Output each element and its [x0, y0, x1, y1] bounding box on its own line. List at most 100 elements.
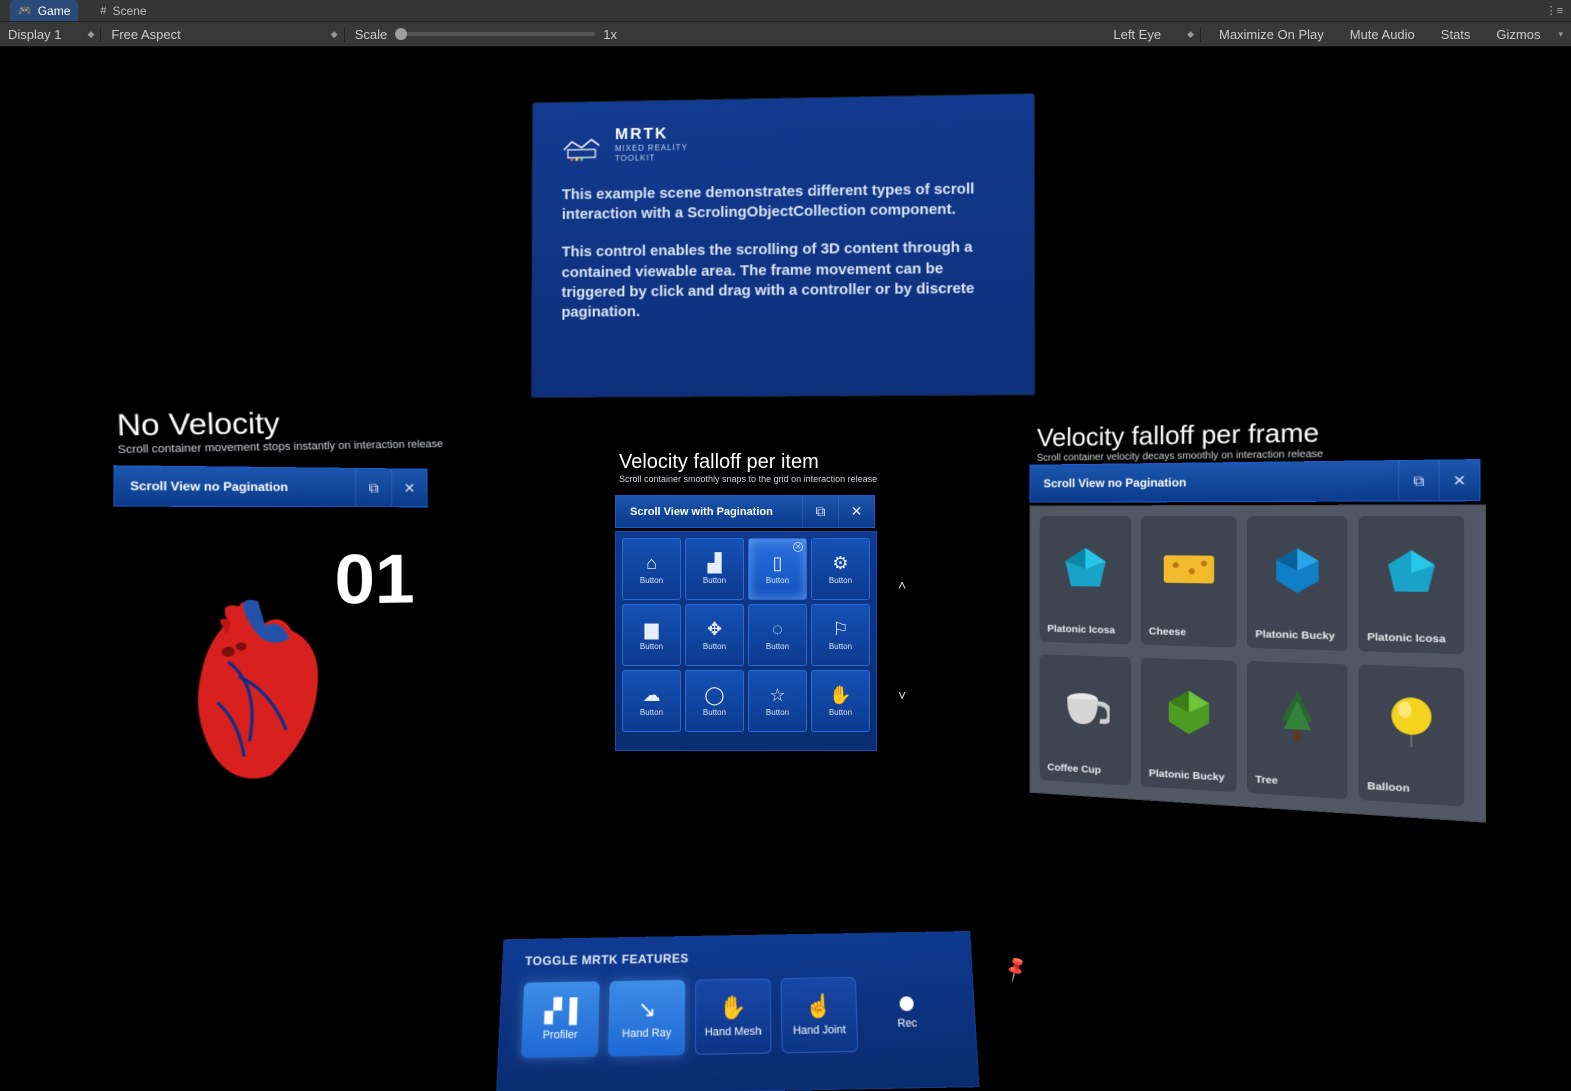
grid-button[interactable]: ◌Button [748, 604, 807, 666]
caret-icon: ◆ [1187, 29, 1194, 40]
editor-tabs: 🎮 Game # Scene ⋮≡ [0, 0, 1571, 22]
description-p2: This control enables the scrolling of 3D… [561, 238, 1003, 323]
grid-button[interactable]: ▟Button [685, 538, 744, 600]
tab-game[interactable]: 🎮 Game [10, 0, 78, 21]
tab-scene[interactable]: # Scene [92, 0, 154, 21]
model-card[interactable]: Platonic Icosa [1359, 516, 1465, 655]
grid-button[interactable]: ✥Button [685, 604, 744, 666]
model-card[interactable]: Cheese [1141, 516, 1237, 648]
tab-options-icon[interactable]: ⋮≡ [1546, 0, 1563, 21]
model-card[interactable]: Platonic Bucky [1247, 516, 1348, 651]
gizmos-caret-icon[interactable]: ▾ [1558, 29, 1563, 40]
tab-game-label: Game [38, 4, 71, 18]
card-label: Platonic Icosa [1359, 627, 1465, 655]
window-close-icon[interactable]: ✕ [391, 469, 427, 506]
circle-icon: ◯ [704, 685, 724, 706]
game-viewport[interactable]: MRTK MIXED REALITY TOOLKIT This example … [0, 47, 1571, 1091]
caret-icon: ◆ [331, 29, 338, 40]
pin-icon[interactable]: 📌 [1001, 955, 1031, 984]
scale-control: Scale 1x [355, 27, 617, 42]
scene-tab-icon: # [100, 5, 106, 17]
game-toolbar: Display 1 ◆ Free Aspect ◆ Scale 1x Left … [0, 22, 1571, 47]
window-bar-left[interactable]: Scroll View no Pagination ⧉ ✕ [113, 465, 427, 507]
grid-button[interactable]: ⚙Button [811, 538, 870, 600]
logo-sub1: MIXED REALITY [615, 143, 688, 154]
eye-dropdown[interactable]: Left Eye ◆ [1113, 27, 1201, 42]
scale-label: Scale [355, 27, 388, 42]
section-title: Velocity falloff per frame [1037, 417, 1323, 453]
grid-button[interactable]: ◯Button [685, 670, 744, 732]
logo-sub2: TOOLKIT [615, 153, 688, 164]
description-p1: This example scene demonstrates differen… [562, 179, 1004, 225]
card-label: Platonic Bucky [1141, 763, 1237, 792]
scroll-down-icon[interactable]: ˅ [898, 687, 906, 703]
card-label: Tree [1247, 769, 1348, 799]
grid-button[interactable]: ⚐Button [811, 604, 870, 666]
game-tab-icon: 🎮 [18, 4, 32, 17]
model-card[interactable]: Platonic Icosa [1040, 516, 1131, 645]
counter-number: 01 [335, 539, 415, 620]
camera-icon: ⌂ [646, 553, 657, 574]
gizmos-button[interactable]: Gizmos [1488, 27, 1548, 42]
window-close-icon[interactable]: ✕ [1438, 460, 1479, 500]
button-grid-panel[interactable]: ⌂Button ▟Button ✕▯Button ⚙Button ▆Button… [615, 531, 877, 751]
window-bar-center[interactable]: Scroll View with Pagination ⧉ ✕ [615, 495, 875, 528]
rec-dot-icon [899, 996, 914, 1011]
stats-button[interactable]: Stats [1433, 27, 1479, 42]
mute-audio-button[interactable]: Mute Audio [1342, 27, 1423, 42]
tab-scene-label: Scene [113, 4, 147, 18]
handray-icon: ↘ [638, 996, 657, 1023]
model-card[interactable]: Balloon [1359, 665, 1465, 807]
model-card-panel[interactable]: Platonic Icosa Cheese Platonic Bucky Pla… [1029, 504, 1486, 822]
window-detach-icon[interactable]: ⧉ [355, 469, 391, 506]
toggle-handmesh-button[interactable]: ✋Hand Mesh [695, 978, 772, 1055]
window-title: Scroll View with Pagination [616, 506, 802, 518]
logo-title: MRTK [615, 125, 688, 144]
grid-button[interactable]: ✋Button [811, 670, 870, 732]
window-detach-icon[interactable]: ⧉ [802, 496, 838, 527]
section-velocity-item: Velocity falloff per item Scroll contain… [619, 451, 877, 484]
handjoint-icon: ☝ [805, 993, 833, 1021]
display-dropdown[interactable]: Display 1 ◆ [8, 27, 101, 42]
grid-button-highlighted[interactable]: ✕▯Button [748, 538, 807, 600]
grid-button[interactable]: ☁Button [622, 670, 681, 732]
toggle-profiler-button[interactable]: ▞▐Profiler [521, 981, 600, 1058]
car-icon: ▆ [645, 619, 659, 640]
handmesh-icon: ✋ [719, 994, 747, 1022]
toggle-panel-title: TOGGLE MRTK FEATURES [525, 946, 949, 968]
description-panel: MRTK MIXED REALITY TOOLKIT This example … [531, 93, 1036, 398]
section-sub: Scroll container smoothly snaps to the g… [619, 474, 877, 484]
cloud-icon: ☁ [643, 685, 661, 706]
mrtk-logo-icon [562, 130, 601, 162]
rec-indicator[interactable]: Rec [896, 996, 917, 1030]
section-title: Velocity falloff per item [619, 451, 877, 474]
model-card[interactable]: Coffee Cup [1040, 654, 1131, 786]
card-label: Platonic Icosa [1040, 619, 1131, 645]
window-detach-icon[interactable]: ⧉ [1398, 461, 1438, 501]
scale-slider[interactable] [395, 32, 595, 36]
card-label: Cheese [1141, 621, 1237, 647]
star-icon: ☆ [769, 685, 785, 706]
scale-value: 1x [603, 27, 617, 42]
flag-icon: ⚐ [832, 619, 848, 640]
grid-button[interactable]: ▆Button [622, 604, 681, 666]
toggle-features-panel: TOGGLE MRTK FEATURES ▞▐Profiler ↘Hand Ra… [496, 931, 980, 1091]
badge-icon: ✕ [793, 542, 803, 552]
grid-button[interactable]: ⌂Button [622, 538, 681, 600]
scroll-up-icon[interactable]: ˄ [898, 577, 906, 593]
model-card[interactable]: Tree [1247, 661, 1348, 799]
window-bar-right[interactable]: Scroll View no Pagination ⧉ ✕ [1029, 459, 1480, 503]
aspect-dropdown[interactable]: Free Aspect ◆ [111, 27, 344, 42]
gear-icon: ⚙ [832, 553, 848, 574]
model-card[interactable]: Platonic Bucky [1141, 658, 1237, 793]
toggle-handjoint-button[interactable]: ☝Hand Joint [780, 977, 858, 1054]
section-no-velocity: No Velocity Scroll container movement st… [116, 406, 443, 456]
heart-model[interactable] [164, 590, 354, 801]
slider-knob[interactable] [395, 28, 407, 40]
grid-button[interactable]: ☆Button [748, 670, 807, 732]
eye-value: Left Eye [1113, 27, 1161, 42]
maximize-on-play-button[interactable]: Maximize On Play [1211, 27, 1332, 42]
profiler-icon: ▞▐ [544, 997, 577, 1025]
toggle-handray-button[interactable]: ↘Hand Ray [608, 980, 685, 1057]
window-close-icon[interactable]: ✕ [838, 496, 874, 527]
